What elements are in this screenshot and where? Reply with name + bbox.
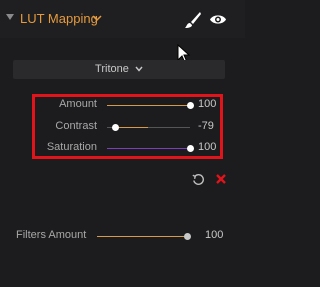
filters-amount-label: Filters Amount bbox=[16, 229, 87, 241]
slider-value[interactable]: 100 bbox=[198, 141, 216, 153]
slider-fill bbox=[107, 148, 190, 149]
paintbrush-icon[interactable] bbox=[184, 11, 202, 29]
close-icon[interactable] bbox=[215, 173, 227, 185]
slider-track[interactable] bbox=[97, 233, 191, 240]
slider-knob[interactable] bbox=[186, 102, 194, 109]
slider-label: Contrast bbox=[55, 120, 97, 132]
slider-track[interactable] bbox=[107, 102, 194, 109]
chevron-down-icon[interactable] bbox=[92, 15, 102, 22]
chevron-down-icon bbox=[135, 66, 143, 72]
slider-value[interactable]: 100 bbox=[198, 98, 216, 110]
slider-saturation[interactable]: Saturation 100 bbox=[0, 138, 245, 158]
slider-fill bbox=[115, 127, 149, 128]
preset-selected: Tritone bbox=[95, 63, 129, 75]
slider-fill bbox=[97, 236, 187, 237]
filters-amount-value[interactable]: 100 bbox=[205, 229, 223, 241]
filters-amount-slider[interactable]: Filters Amount 100 bbox=[0, 226, 245, 246]
slider-knob[interactable] bbox=[186, 145, 194, 152]
reset-icon[interactable] bbox=[192, 173, 205, 186]
slider-amount[interactable]: Amount 100 bbox=[0, 95, 245, 115]
slider-knob[interactable] bbox=[183, 233, 191, 240]
slider-label: Amount bbox=[59, 98, 97, 110]
section-title[interactable]: LUT Mapping bbox=[20, 11, 98, 26]
slider-label: Saturation bbox=[46, 141, 97, 153]
triangle-down-icon[interactable] bbox=[6, 14, 14, 20]
slider-fill bbox=[107, 105, 190, 106]
slider-knob[interactable] bbox=[112, 124, 120, 131]
slider-value[interactable]: -79 bbox=[198, 120, 214, 132]
eye-icon[interactable] bbox=[209, 13, 227, 26]
slider-track[interactable] bbox=[107, 145, 194, 152]
panel-header[interactable]: LUT Mapping bbox=[0, 0, 245, 38]
preset-dropdown[interactable]: Tritone bbox=[13, 60, 225, 79]
slider-track[interactable] bbox=[107, 124, 190, 131]
slider-contrast[interactable]: Contrast -79 bbox=[0, 117, 245, 137]
